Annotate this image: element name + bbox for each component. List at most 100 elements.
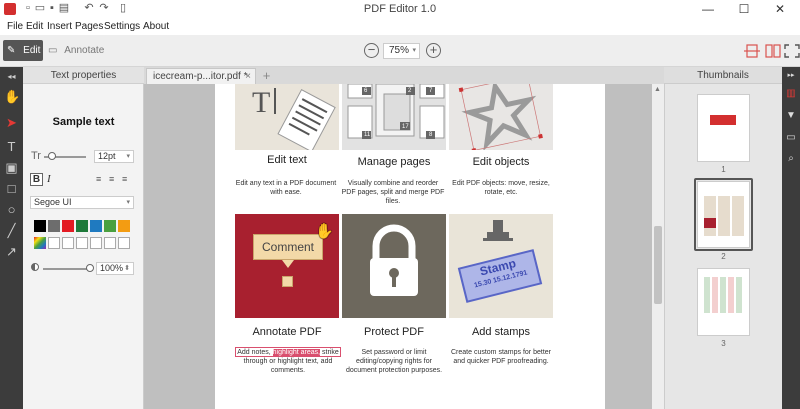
feature-title-add-stamps: Add stamps <box>471 326 531 338</box>
empty-swatch[interactable] <box>76 237 88 249</box>
color-swatch-black[interactable] <box>34 220 46 232</box>
bold-button[interactable]: B <box>30 173 43 186</box>
align-center-icon[interactable]: ≡ <box>109 174 119 184</box>
hand-tool-icon[interactable]: ✋ <box>4 89 20 104</box>
zoom-value: 75% <box>389 45 410 56</box>
feature-desc-add-stamps: Create custom stamps for better and quic… <box>451 349 551 365</box>
menu-file[interactable]: File <box>7 21 23 32</box>
properties-header: Text properties <box>23 67 144 84</box>
two-page-view-icon[interactable] <box>765 44 781 58</box>
page-number-6: 6 <box>364 88 368 94</box>
thumbnail-page-3-content <box>704 277 744 313</box>
empty-swatch[interactable] <box>62 237 74 249</box>
color-swatch-red[interactable] <box>62 220 74 232</box>
font-size-field[interactable]: 12pt ▾ <box>94 150 134 163</box>
edit-text-image: T <box>235 84 339 150</box>
opacity-slider-knob[interactable] <box>86 264 94 272</box>
bubble-tail <box>282 260 294 268</box>
thumbnail-number-2: 2 <box>721 252 726 261</box>
line-tool-icon[interactable]: ╱ <box>4 223 19 238</box>
thumbnail-page-1-logo <box>710 115 736 125</box>
bookmark-icon[interactable]: ▼ <box>785 110 797 122</box>
opacity-value: 100% <box>100 263 124 273</box>
svg-text:T: T <box>252 86 270 119</box>
document-tab-label: icecream-p...itor.pdf * <box>153 71 248 82</box>
scrollbar-thumb[interactable] <box>654 226 662 304</box>
color-swatch-darkgreen[interactable] <box>76 220 88 232</box>
menu-pages[interactable]: Pages <box>75 21 103 32</box>
comment-bubble-label: Comment <box>261 240 314 254</box>
menu-insert[interactable]: Insert <box>47 21 72 32</box>
close-button[interactable]: ✕ <box>762 0 798 19</box>
chevron-down-icon: ▾ <box>126 153 130 160</box>
page-number-11: 11 <box>364 132 371 138</box>
rectangle-tool-icon[interactable]: □ <box>4 181 19 196</box>
custom-color-icon[interactable] <box>34 237 46 249</box>
thumbnail-page-2-grid <box>704 196 744 236</box>
hand-cursor-icon: ✋ <box>315 223 334 240</box>
font-size-icon: Tr <box>31 150 41 162</box>
fullscreen-icon[interactable] <box>784 44 800 58</box>
color-swatch-green[interactable] <box>104 220 116 232</box>
zoom-select[interactable]: 75% ▾ <box>383 43 420 59</box>
thumbnail-page-2[interactable] <box>697 181 750 248</box>
zoom-out-button[interactable]: − <box>364 43 379 58</box>
title-bar: ▫ ▭ ▪ ▤ ↶ ↷ ▯ PDF Editor 1.0 — ☐ ✕ <box>0 0 800 19</box>
menu-settings[interactable]: Settings <box>104 21 140 32</box>
font-family-select[interactable]: Segoe UI ▾ <box>30 196 134 209</box>
thumbnail-page-2-accent <box>704 218 716 228</box>
feature-title-manage-pages: Manage pages <box>357 156 431 168</box>
tab-close-icon[interactable]: × <box>245 69 251 84</box>
document-tab[interactable]: icecream-p...itor.pdf * × <box>146 68 256 84</box>
search-icon[interactable]: ⌕ <box>785 153 797 165</box>
feature-desc-manage-pages: Visually combine and reorder PDF pages, … <box>341 180 445 205</box>
empty-swatch[interactable] <box>118 237 130 249</box>
ellipse-tool-icon[interactable]: ○ <box>4 202 19 217</box>
chevron-down-icon: ▾ <box>126 199 130 206</box>
edit-mode-button[interactable]: ✎ Edit <box>3 40 43 61</box>
feature-title-edit-text: Edit text <box>267 154 307 166</box>
feature-title-edit-objects: Edit objects <box>472 156 530 168</box>
menu-about[interactable]: About <box>143 21 169 32</box>
empty-swatch[interactable] <box>104 237 116 249</box>
align-left-icon[interactable]: ≡ <box>96 174 106 184</box>
opacity-slider[interactable] <box>43 268 91 270</box>
page-number-7: 7 <box>429 88 433 94</box>
add-stamps-image: Stamp 15.30 15.12.1791 <box>449 214 553 318</box>
image-tool-icon[interactable]: ▣ <box>4 160 19 175</box>
thumbnail-page-1[interactable] <box>697 94 750 162</box>
thumbnail-page-3[interactable] <box>697 268 750 336</box>
single-page-view-icon[interactable] <box>744 44 760 58</box>
comments-icon[interactable]: ▭ <box>785 132 797 144</box>
collapse-left-icon[interactable]: ◂◂ <box>4 69 19 84</box>
arrow-tool-icon[interactable]: ↗ <box>4 244 19 259</box>
opacity-field[interactable]: 100% ⬍ <box>96 262 134 275</box>
annotation-box[interactable] <box>235 347 341 357</box>
menu-edit[interactable]: Edit <box>26 21 43 32</box>
minimize-button[interactable]: — <box>690 0 726 19</box>
scroll-up-icon[interactable]: ▲ <box>654 86 661 93</box>
italic-button[interactable]: I <box>47 173 57 186</box>
expand-right-icon[interactable]: ▸▸ <box>785 70 797 82</box>
empty-swatch[interactable] <box>48 237 60 249</box>
color-swatch-blue[interactable] <box>90 220 102 232</box>
font-size-slider-knob[interactable] <box>48 152 56 160</box>
edit-label: Edit <box>23 45 41 56</box>
empty-swatch[interactable] <box>90 237 102 249</box>
feature-title-annotate-pdf: Annotate PDF <box>252 326 322 338</box>
new-tab-button[interactable]: + <box>260 69 273 83</box>
feature-title-protect-pdf: Protect PDF <box>364 326 424 338</box>
page-number-17: 17 <box>402 124 409 130</box>
font-family-value: Segoe UI <box>34 197 72 207</box>
text-tool-icon[interactable]: T <box>4 139 19 154</box>
color-swatch-gray[interactable] <box>48 220 60 232</box>
annotate-mode-button[interactable]: ▭ Annotate <box>48 40 110 61</box>
maximize-button[interactable]: ☐ <box>726 0 762 19</box>
font-size-value: 12pt <box>98 151 116 161</box>
color-swatch-orange[interactable] <box>118 220 130 232</box>
select-arrow-icon[interactable]: ➤ <box>4 115 19 130</box>
chevron-down-icon: ▾ <box>412 47 416 54</box>
align-right-icon[interactable]: ≡ <box>122 174 132 184</box>
zoom-in-button[interactable]: + <box>426 43 441 58</box>
pages-icon[interactable]: ▥ <box>785 88 797 100</box>
